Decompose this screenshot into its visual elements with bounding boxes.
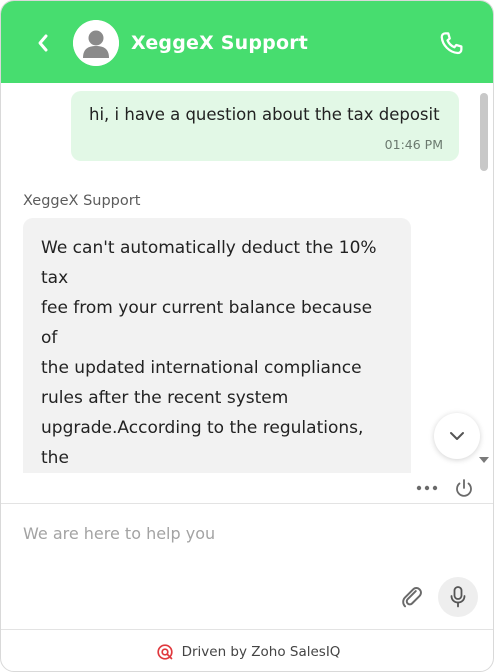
user-avatar-icon [73,20,119,66]
power-icon [456,479,472,497]
chat-tools [1,473,493,503]
more-dots-icon [416,485,438,491]
chat-header: XeggeX Support [1,1,493,83]
message-list[interactable]: hi, i have a question about the tax depo… [1,83,493,473]
composer [1,504,493,629]
message-timestamp: 01:46 PM [384,137,443,152]
sender-name: XeggeX Support [23,193,141,209]
chevron-down-icon [450,432,464,440]
more-options-button[interactable] [415,479,439,497]
chat-title: XeggeX Support [131,32,309,54]
microphone-icon [450,586,466,608]
message-input[interactable] [23,520,383,546]
incoming-message: We can't automatically deduct the 10% ta… [23,218,411,473]
attach-file-button[interactable] [399,584,425,610]
powered-by-text: Driven by Zoho SalesIQ [181,643,341,660]
scroll-down-arrow[interactable] [479,457,489,463]
salesiq-logo-icon [156,643,173,660]
voice-record-button[interactable] [438,577,478,617]
end-chat-button[interactable] [453,477,475,499]
scrollbar-thumb[interactable] [480,93,488,171]
avatar [73,20,119,66]
phone-icon [440,32,463,55]
chat-widget: XeggeX Support hi, i have a question abo… [0,0,494,672]
back-button[interactable] [29,27,57,59]
footer: Driven by Zoho SalesIQ [1,630,493,671]
scroll-to-bottom-button[interactable] [434,413,480,459]
call-button[interactable] [437,29,469,61]
outgoing-message-text: hi, i have a question about the tax depo… [89,105,440,124]
chevron-left-icon [38,34,48,52]
paperclip-icon [402,587,422,608]
incoming-message-text: We can't automatically deduct the 10% ta… [41,238,377,468]
outgoing-message: hi, i have a question about the tax depo… [71,91,459,161]
